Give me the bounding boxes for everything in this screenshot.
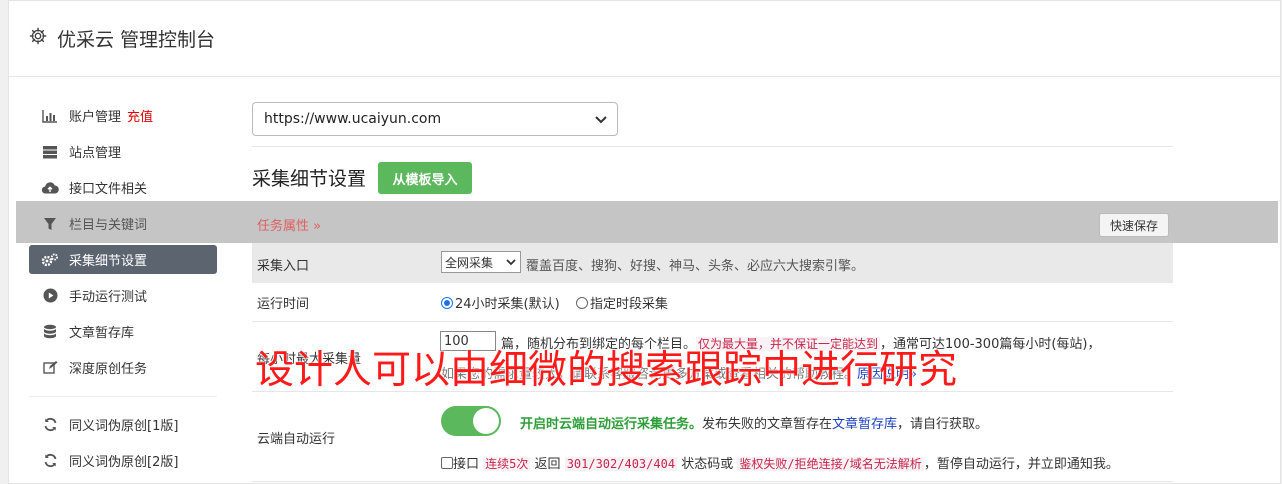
- cloud-run-green: 开启时云端自动运行采集任务。: [520, 417, 703, 432]
- site-select[interactable]: https://www.ucaiyun.com: [252, 102, 618, 136]
- divider: [252, 481, 1173, 482]
- sidebar-item-manual-run[interactable]: 手动运行测试: [29, 281, 217, 310]
- article-store-link[interactable]: 文章暂存库: [832, 417, 897, 432]
- import-template-button[interactable]: 从模板导入: [378, 162, 472, 194]
- cloud-run-desc: 开启时云端自动运行采集任务。发布失败的文章暂存在文章暂存库，请自行获取。: [520, 413, 988, 432]
- database-icon: [40, 324, 60, 340]
- pause-warn1: 连续5次: [483, 457, 531, 471]
- cloud-run-text2: ，请自行获取。: [897, 417, 989, 432]
- section-title: 采集细节设置: [252, 168, 367, 190]
- gears-icon: [40, 252, 60, 268]
- sidebar-item-label: 采集细节设置: [69, 254, 148, 269]
- pause-text4: 状态码或: [681, 457, 734, 472]
- card-header: 优采云 管理控制台: [9, 1, 1280, 77]
- task-attr-toggle[interactable]: 任务属性 »: [257, 215, 321, 234]
- entry-select[interactable]: 全网采集: [441, 251, 521, 273]
- gear-icon: [29, 27, 47, 45]
- sidebar-item-label: 深度原创任务: [69, 362, 148, 377]
- sidebar-item-article-store[interactable]: 文章暂存库: [29, 317, 217, 346]
- sidebar-item-label: 站点管理: [69, 146, 122, 161]
- sidebar-item-synonym-v1[interactable]: 同义词伪原创[1版]: [29, 410, 217, 439]
- sidebar-item-label: 手动运行测试: [69, 290, 148, 305]
- sidebar-item-account[interactable]: 账户管理 充值: [29, 101, 217, 130]
- toggle-knob: [473, 408, 499, 434]
- overlay-caption: 设计人可以由细微的搜索跟踪中进行研究: [255, 348, 958, 393]
- recharge-link[interactable]: 充值: [127, 106, 153, 125]
- sidebar-item-deep-original[interactable]: 深度原创任务: [29, 353, 217, 382]
- pause-checkbox[interactable]: [441, 457, 453, 469]
- pause-warn2: 301/302/403/404: [564, 457, 678, 471]
- sidebar-item-collect-settings[interactable]: 采集细节设置: [29, 245, 217, 274]
- sidebar-item-label: 同义词伪原创[2版]: [69, 455, 179, 470]
- play-circle-icon: [40, 288, 60, 304]
- pause-warn3: 鉴权失败/拒绝连接/域名无法解析: [737, 457, 924, 471]
- sidebar-item-label: 栏目与关键词: [69, 218, 148, 233]
- server-icon: [40, 144, 60, 160]
- refresh-icon: [40, 453, 60, 469]
- divider: [252, 321, 1173, 322]
- sidebar-item-synonym-v2[interactable]: 同义词伪原创[2版]: [29, 446, 217, 475]
- chevron-down-icon: [595, 116, 607, 124]
- radio-custom-period[interactable]: [575, 297, 588, 309]
- cloud-run-toggle[interactable]: [441, 406, 501, 436]
- sidebar-item-label: 接口文件相关: [69, 182, 148, 197]
- radio-custom-label: 指定时段采集: [589, 297, 668, 312]
- refresh-icon: [40, 417, 60, 433]
- sidebar-item-interface[interactable]: 接口文件相关: [29, 173, 217, 202]
- entry-select-value: 全网采集: [445, 255, 494, 270]
- pause-text3: 返回: [534, 457, 561, 472]
- sidebar-item-sites[interactable]: 站点管理: [29, 137, 217, 166]
- sidebar-item-label: 账户管理: [69, 110, 122, 125]
- radio-24h[interactable]: [441, 297, 453, 309]
- quick-save-button[interactable]: 快速保存: [1099, 213, 1169, 237]
- entry-label: 采集入口: [257, 259, 310, 274]
- cloud-upload-icon: [40, 180, 60, 196]
- divider: [252, 146, 1173, 147]
- bar-chart-icon: [40, 108, 60, 124]
- run-time-options: 24小时采集(默认) 指定时段采集: [441, 293, 668, 312]
- cloud-run-pause-rule: 接口 连续5次 返回 301/302/403/404 状态码或 鉴权失败/拒绝连…: [441, 453, 1119, 472]
- site-select-value: https://www.ucaiyun.com: [264, 111, 442, 127]
- pause-text5: ，暂停自动运行，并立即通知我。: [923, 457, 1119, 472]
- radio-24h-label: 24小时采集(默认): [455, 297, 560, 312]
- page-title: 优采云 管理控制台: [57, 29, 216, 51]
- sidebar-item-label: 文章暂存库: [69, 326, 135, 341]
- sidebar-item-label: 同义词伪原创[1版]: [69, 419, 179, 434]
- entry-desc: 覆盖百度、搜狗、好搜、神马、头条、必应六大搜索引擎。: [526, 259, 865, 274]
- filter-icon: [40, 216, 60, 232]
- cloud-run-label: 云端自动运行: [257, 432, 336, 447]
- sidebar-item-keywords[interactable]: 栏目与关键词: [29, 209, 217, 238]
- run-time-label: 运行时间: [257, 297, 310, 312]
- chevron-down-icon: [506, 259, 516, 266]
- cloud-run-text1: 发布失败的文章暂存在: [702, 417, 833, 432]
- edit-icon: [40, 360, 60, 376]
- pause-cb-label: 接口: [453, 457, 480, 472]
- sidebar-divider: [29, 396, 217, 397]
- console-card: 优采云 管理控制台 账户管理 充值 站点管理 接口文件相关 栏目与关键词 采集细…: [8, 0, 1281, 484]
